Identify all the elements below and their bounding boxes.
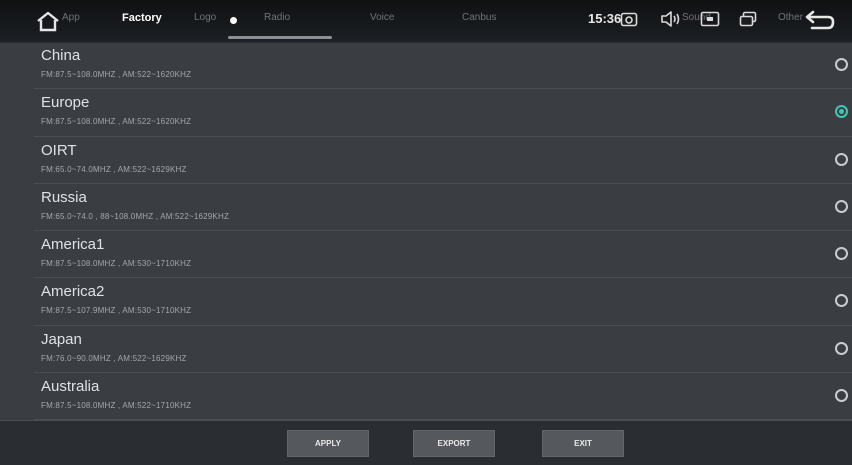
region-radio-button-selected[interactable]	[835, 105, 848, 119]
home-button[interactable]	[36, 11, 62, 33]
region-radio-button[interactable]	[835, 388, 848, 402]
export-button[interactable]: EXPORT	[413, 430, 495, 457]
region-frequency-range: FM:65.0~74.0MHZ , AM:522~1629KHZ	[41, 164, 187, 174]
region-row-china[interactable]: China FM:87.5~108.0MHZ , AM:522~1620KHZ	[34, 42, 852, 90]
region-radio-button[interactable]	[835, 199, 848, 213]
region-row-america1[interactable]: America1 FM:87.5~108.0MHZ , AM:530~1710K…	[34, 231, 852, 279]
camera-icon[interactable]	[620, 10, 638, 33]
tab-canbus[interactable]: Canbus	[462, 12, 496, 23]
back-icon	[805, 10, 835, 30]
region-radio-button[interactable]	[835, 58, 848, 71]
windows-icon[interactable]	[738, 10, 758, 33]
region-row-japan[interactable]: Japan FM:76.0~90.0MHZ , AM:522~1629KHZ	[34, 326, 852, 373]
radio-region-list: China FM:87.5~108.0MHZ , AM:522~1620KHZ …	[34, 42, 852, 420]
region-frequency-range: FM:87.5~108.0MHZ , AM:522~1620KHZ	[41, 117, 192, 127]
region-radio-button[interactable]	[835, 294, 848, 308]
region-frequency-range: FM:87.5~108.0MHZ , AM:530~1710KHZ	[41, 259, 192, 268]
screen-icon[interactable]	[700, 10, 720, 33]
tab-other[interactable]: Other	[778, 12, 803, 23]
home-icon	[37, 11, 59, 32]
bottom-action-bar: APPLY EXPORT EXIT	[0, 420, 852, 465]
region-row-oirt[interactable]: OIRT FM:65.0~74.0MHZ , AM:522~1629KHZ	[34, 137, 852, 184]
region-frequency-range: FM:87.5~108.0MHZ , AM:522~1620KHZ	[41, 70, 192, 79]
region-radio-button[interactable]	[835, 152, 848, 166]
tab-factory[interactable]: Factory	[122, 12, 162, 24]
status-clock: 15:36	[588, 11, 622, 26]
tab-underline	[228, 36, 332, 39]
region-name: OIRT	[41, 141, 77, 159]
top-bar: App Factory Logo Radio Voice Canbus Soun…	[0, 0, 852, 43]
region-frequency-range: FM:65.0~74.0 , 88~108.0MHZ , AM:522~1629…	[41, 211, 230, 221]
region-frequency-range: FM:76.0~90.0MHZ , AM:522~1629KHZ	[41, 353, 187, 363]
region-row-australia[interactable]: Australia FM:87.5~108.0MHZ , AM:522~1710…	[34, 373, 852, 420]
apply-button[interactable]: APPLY	[287, 430, 369, 457]
exit-button[interactable]: EXIT	[542, 430, 624, 457]
radio-region-screen: App Factory Logo Radio Voice Canbus Soun…	[0, 0, 852, 465]
region-name: China	[41, 47, 81, 64]
region-row-america2[interactable]: America2 FM:87.5~107.9MHZ , AM:530~1710K…	[34, 278, 852, 326]
region-radio-button[interactable]	[835, 247, 848, 260]
active-tab-indicator	[230, 17, 237, 24]
region-name: America1	[41, 236, 105, 253]
tab-logo[interactable]: Logo	[194, 12, 216, 23]
region-name: Australia	[41, 377, 100, 395]
region-name: Europe	[41, 94, 90, 112]
region-row-europe[interactable]: Europe FM:87.5~108.0MHZ , AM:522~1620KHZ	[34, 89, 852, 137]
region-radio-button[interactable]	[835, 341, 848, 355]
region-name: Russia	[41, 188, 87, 206]
tab-app[interactable]: App	[62, 12, 80, 23]
tab-radio[interactable]: Radio	[264, 12, 290, 23]
region-frequency-range: FM:87.5~108.0MHZ , AM:522~1710KHZ	[41, 400, 192, 410]
region-name: America2	[41, 283, 105, 301]
volume-icon[interactable]	[660, 10, 682, 33]
back-button[interactable]	[802, 9, 836, 33]
region-row-russia[interactable]: Russia FM:65.0~74.0 , 88~108.0MHZ , AM:5…	[34, 184, 852, 231]
region-frequency-range: FM:87.5~107.9MHZ , AM:530~1710KHZ	[41, 306, 192, 316]
region-name: Japan	[41, 330, 82, 348]
tab-voice[interactable]: Voice	[370, 12, 394, 23]
